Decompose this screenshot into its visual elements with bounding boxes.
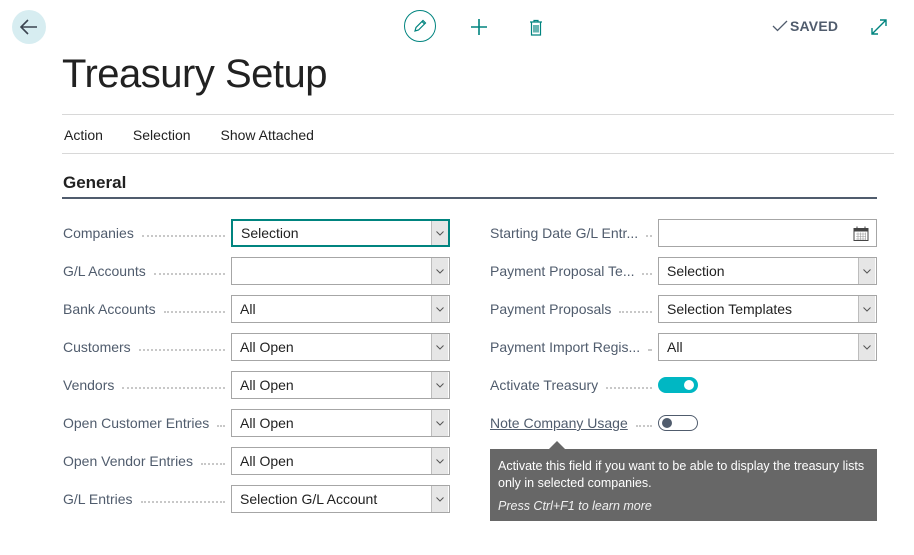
field-open-customer-entries: Open Customer Entries All Open — [63, 409, 450, 437]
calendar-icon[interactable] — [853, 226, 869, 241]
field-label: Payment Proposals — [490, 301, 612, 317]
chevron-down-icon[interactable] — [431, 486, 448, 512]
checkmark-icon — [772, 20, 788, 32]
note-company-usage-toggle[interactable] — [658, 415, 698, 431]
section-underline — [62, 197, 877, 199]
select-value: All Open — [240, 377, 294, 393]
chevron-down-icon[interactable] — [858, 334, 875, 360]
toggle-knob — [684, 380, 694, 390]
tooltip-hint: Press Ctrl+F1 to learn more — [498, 499, 652, 513]
new-button[interactable] — [468, 10, 490, 44]
field-payment-proposal-templates: Payment Proposal Te... Selection — [490, 257, 877, 285]
select-value: Selection — [241, 225, 299, 241]
field-gl-accounts: G/L Accounts — [63, 257, 450, 285]
title-divider — [62, 114, 894, 115]
chevron-down-icon[interactable] — [431, 410, 448, 436]
select-value: All Open — [240, 415, 294, 431]
bank-accounts-select[interactable]: All — [231, 295, 450, 323]
field-label: Payment Proposal Te... — [490, 263, 635, 279]
chevron-down-icon[interactable] — [858, 258, 875, 284]
saved-label: SAVED — [790, 18, 839, 34]
field-bank-accounts: Bank Accounts All — [63, 295, 450, 323]
saved-status: SAVED — [772, 18, 838, 34]
field-label: Activate Treasury — [490, 377, 599, 393]
open-customer-entries-select[interactable]: All Open — [231, 409, 450, 437]
chevron-down-icon[interactable] — [858, 296, 875, 322]
customers-select[interactable]: All Open — [231, 333, 450, 361]
field-customers: Customers All Open — [63, 333, 450, 361]
chevron-down-icon[interactable] — [431, 334, 448, 360]
delete-button[interactable] — [526, 10, 546, 44]
expand-icon — [871, 19, 887, 35]
field-note-company-usage: Note Company Usage — [490, 409, 698, 437]
open-vendor-entries-select[interactable]: All Open — [231, 447, 450, 475]
select-value: Selection — [667, 263, 725, 279]
chevron-down-icon[interactable] — [431, 258, 448, 284]
field-tooltip: Activate this field if you want to be ab… — [490, 441, 877, 521]
field-label: G/L Accounts — [63, 263, 146, 279]
field-label: Open Customer Entries — [63, 415, 210, 431]
menu-show-attached[interactable]: Show Attached — [221, 127, 314, 143]
edit-button[interactable] — [404, 10, 436, 42]
field-label-link[interactable]: Note Company Usage — [490, 415, 628, 431]
chevron-down-icon[interactable] — [431, 296, 448, 322]
select-value: Selection G/L Account — [240, 491, 378, 507]
menu-action[interactable]: Action — [64, 127, 103, 143]
field-vendors: Vendors All Open — [63, 371, 450, 399]
field-payment-import-register: Payment Import Regis... All — [490, 333, 877, 361]
toggle-knob — [662, 418, 672, 428]
activate-treasury-toggle[interactable] — [658, 377, 698, 393]
chevron-down-icon[interactable] — [431, 448, 448, 474]
tooltip-pointer — [549, 441, 565, 449]
field-label: Customers — [63, 339, 131, 355]
field-label: G/L Entries — [63, 491, 133, 507]
gl-entries-select[interactable]: Selection G/L Account — [231, 485, 450, 513]
chevron-down-icon[interactable] — [431, 221, 448, 245]
action-menu-bar: Action Selection Show Attached — [64, 127, 344, 143]
field-companies: Companies Selection — [63, 219, 450, 247]
field-label: Bank Accounts — [63, 301, 156, 317]
pencil-icon — [414, 19, 427, 32]
starting-date-input[interactable] — [658, 219, 877, 247]
vendors-select[interactable]: All Open — [231, 371, 450, 399]
payment-import-register-select[interactable]: All — [658, 333, 877, 361]
companies-select[interactable]: Selection — [231, 219, 450, 247]
select-value: All — [240, 301, 256, 317]
select-value: All Open — [240, 453, 294, 469]
field-label: Payment Import Regis... — [490, 339, 641, 355]
trash-icon — [530, 19, 542, 36]
arrow-left-icon — [20, 19, 37, 35]
field-label: Companies — [63, 225, 134, 241]
field-gl-entries: G/L Entries Selection G/L Account — [63, 485, 450, 513]
gl-accounts-select[interactable] — [231, 257, 450, 285]
field-starting-date-gl-entries: Starting Date G/L Entr... — [490, 219, 877, 247]
menu-divider — [62, 153, 894, 154]
payment-proposals-select[interactable]: Selection Templates — [658, 295, 877, 323]
field-open-vendor-entries: Open Vendor Entries All Open — [63, 447, 450, 475]
chevron-down-icon[interactable] — [431, 372, 448, 398]
menu-selection[interactable]: Selection — [133, 127, 191, 143]
select-value: All Open — [240, 339, 294, 355]
field-activate-treasury: Activate Treasury — [490, 371, 698, 399]
payment-proposal-templates-select[interactable]: Selection — [658, 257, 877, 285]
tooltip-text: Activate this field if you want to be ab… — [498, 459, 865, 490]
select-value: All — [667, 339, 683, 355]
field-label: Starting Date G/L Entr... — [490, 225, 639, 241]
field-payment-proposals: Payment Proposals Selection Templates — [490, 295, 877, 323]
select-value: Selection Templates — [667, 301, 793, 317]
plus-icon — [471, 19, 487, 35]
page-title: Treasury Setup — [62, 52, 327, 96]
field-label: Open Vendor Entries — [63, 453, 193, 469]
back-button[interactable] — [12, 10, 46, 44]
section-title-general[interactable]: General — [63, 173, 126, 193]
field-label: Vendors — [63, 377, 115, 393]
expand-button[interactable] — [870, 18, 888, 36]
